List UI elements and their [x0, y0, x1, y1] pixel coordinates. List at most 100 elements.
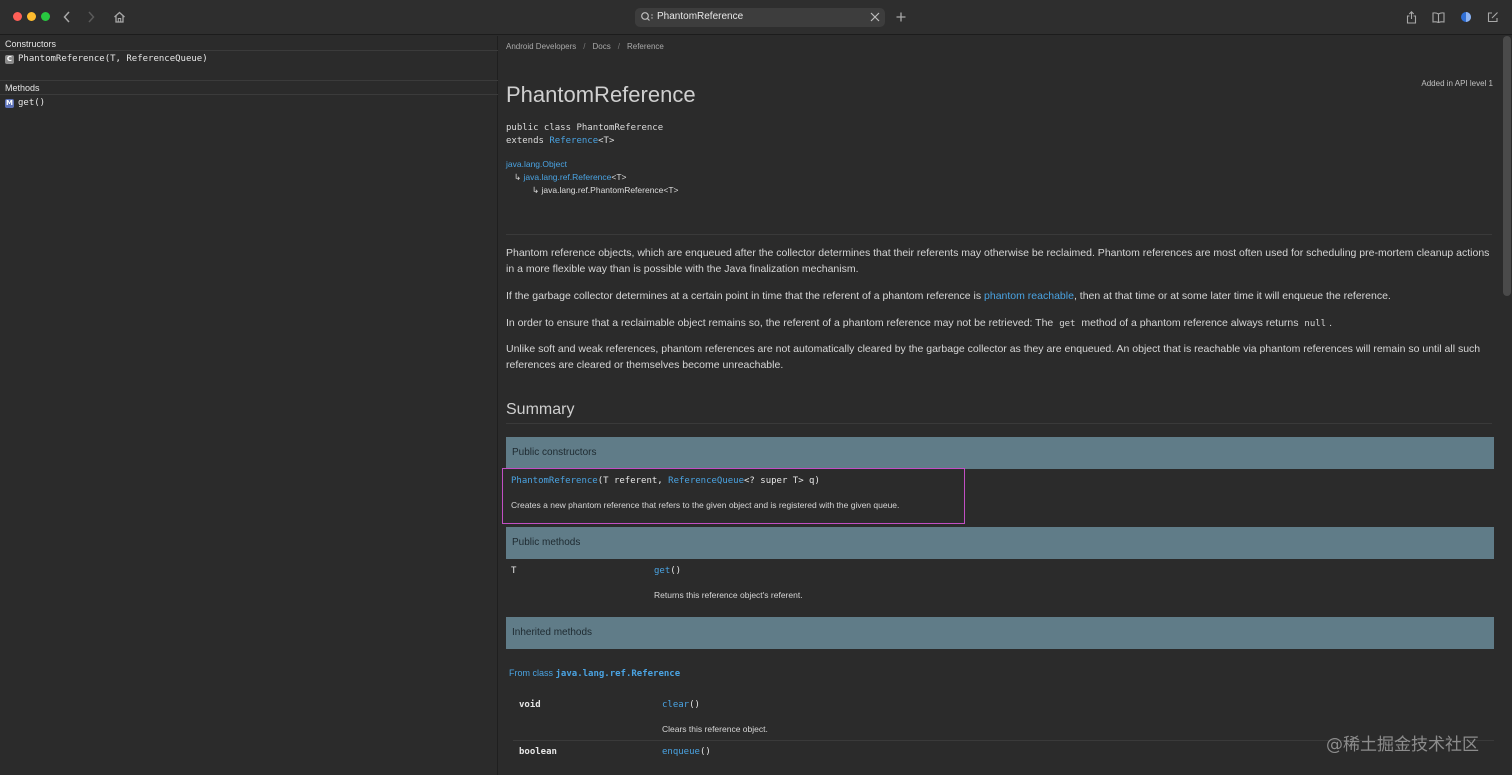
sidebar-item-label: PhantomReference(T, ReferenceQueue) [18, 54, 208, 64]
text: If the garbage collector determines at a… [506, 290, 985, 302]
divider [506, 234, 1492, 235]
chevron-right-icon [88, 11, 95, 23]
clear-method-link[interactable]: clear [662, 700, 689, 710]
compose-icon [1487, 12, 1498, 23]
breadcrumb-separator: / [617, 42, 620, 51]
watermark: @稀土掘金技术社区 [1326, 735, 1479, 755]
constructor-signature: PhantomReference(T referent, ReferenceQu… [511, 476, 820, 486]
method-description: Returns this reference object's referent… [654, 590, 803, 600]
share-button[interactable] [1404, 9, 1418, 25]
hierarchy-arrow: ↳ [532, 185, 540, 195]
reference-queue-link[interactable]: ReferenceQueue [668, 476, 744, 486]
method-badge-icon: M [5, 98, 14, 108]
summary-heading: Summary [506, 401, 575, 418]
text: () [670, 566, 682, 576]
hierarchy-leaf: java.lang.ref.PhantomReference<T> [541, 185, 679, 195]
chevron-left-icon [63, 11, 70, 23]
text: <? super T> q) [744, 476, 820, 486]
class-declaration: public class PhantomReference extends Re… [506, 122, 663, 148]
extension-button[interactable] [1459, 9, 1473, 25]
clear-icon[interactable] [870, 12, 880, 22]
get-method-link[interactable]: get [654, 566, 670, 576]
sidebar-item-label: get() [18, 98, 46, 108]
new-tab-button[interactable] [895, 9, 907, 25]
address-text: PhantomReference [657, 11, 744, 22]
method-description: Clears this reference object. [662, 724, 768, 734]
bookmarks-button[interactable] [1431, 9, 1445, 25]
breadcrumb: Android Developers / Docs / Reference [506, 42, 664, 51]
class-hierarchy: java.lang.Object ↳ java.lang.ref.Referen… [506, 158, 679, 197]
extends-keyword: extends [506, 136, 544, 146]
breadcrumb-item[interactable]: Reference [627, 42, 664, 51]
hierarchy-mid-generic: <T> [611, 172, 627, 182]
method-return-type: T [511, 566, 517, 576]
public-constructors-header: Public constructors [506, 437, 1494, 469]
breadcrumb-item[interactable]: Docs [593, 42, 611, 51]
method-signature: clear() [662, 700, 700, 710]
inherited-from[interactable]: From class java.lang.ref.Reference [509, 668, 680, 679]
description-paragraph: If the garbage collector determines at a… [506, 288, 1494, 304]
text: In order to ensure that a reclaimable ob… [506, 317, 1057, 329]
inline-code: null [1304, 319, 1327, 329]
text: From class [509, 668, 556, 678]
declaration-line: public class PhantomReference [506, 123, 664, 133]
breadcrumb-item[interactable]: Android Developers [506, 42, 576, 51]
page-title: PhantomReference [506, 82, 696, 107]
text: , then at that time or at some later tim… [1073, 290, 1391, 302]
minimize-window-button[interactable] [27, 12, 36, 21]
close-window-button[interactable] [13, 12, 22, 21]
text: (T referent, [597, 476, 669, 486]
phantom-reachable-link[interactable]: phantom reachable [984, 290, 1074, 302]
method-signature: get() [654, 566, 681, 576]
divider [0, 50, 498, 51]
hierarchy-mid-link[interactable]: java.lang.ref.Reference [524, 172, 612, 182]
back-button[interactable] [62, 9, 72, 25]
address-bar[interactable]: PhantomReference [635, 8, 885, 27]
constructor-description: Creates a new phantom reference that ref… [511, 500, 900, 510]
sidebar-item-get[interactable]: M get() [5, 98, 45, 108]
text: () [699, 747, 711, 757]
home-icon [113, 11, 125, 23]
divider [0, 80, 498, 81]
divider [0, 94, 498, 95]
home-button[interactable] [112, 9, 126, 25]
constructor-badge-icon: C [5, 54, 14, 64]
scrollbar[interactable] [1503, 36, 1511, 296]
enqueue-method-link[interactable]: enqueue [662, 747, 700, 757]
text: method of a phantom reference always ret… [1078, 317, 1302, 329]
zoom-window-button[interactable] [41, 12, 50, 21]
forward-button[interactable] [86, 9, 96, 25]
public-methods-header: Public methods [506, 527, 1494, 559]
tab-overview-button[interactable] [1486, 9, 1500, 25]
extension-icon [1461, 12, 1471, 22]
inherited-methods-header: Inherited methods [506, 617, 1494, 649]
share-icon [1406, 10, 1416, 24]
description-paragraph: Phantom reference objects, which are enq… [506, 247, 1490, 275]
book-icon [1431, 11, 1445, 23]
api-level: Added in API level 1 [1421, 79, 1493, 88]
text: . [1329, 317, 1333, 329]
breadcrumb-separator: / [583, 42, 586, 51]
method-return-type: void [519, 700, 541, 710]
text: () [689, 700, 700, 710]
browser-toolbar: PhantomReference [0, 0, 1512, 35]
method-signature: enqueue() [662, 747, 711, 757]
hierarchy-root-link[interactable]: java.lang.Object [506, 159, 567, 169]
search-icon [641, 12, 653, 21]
plus-icon [896, 12, 906, 22]
main-content: Android Developers / Docs / Reference Ad… [499, 36, 1499, 775]
inline-code: get [1059, 319, 1076, 329]
description-paragraph: Unlike soft and weak references, phantom… [506, 343, 1481, 371]
sidebar-item-constructor[interactable]: C PhantomReference(T, ReferenceQueue) [5, 54, 208, 64]
constructor-link[interactable]: PhantomReference [511, 476, 598, 486]
constructors-heading: Constructors [5, 39, 57, 49]
extends-link[interactable]: Reference [549, 136, 598, 146]
inherited-class-link[interactable]: java.lang.ref.Reference [556, 669, 681, 679]
declaration-extends: extends Reference<T> [506, 135, 663, 148]
methods-heading: Methods [5, 83, 40, 93]
method-return-type: boolean [519, 747, 557, 757]
description-paragraph: In order to ensure that a reclaimable ob… [506, 315, 1494, 332]
hierarchy-arrow: ↳ [514, 172, 522, 182]
divider [506, 423, 1492, 424]
sidebar: Constructors C PhantomReference(T, Refer… [0, 36, 498, 775]
